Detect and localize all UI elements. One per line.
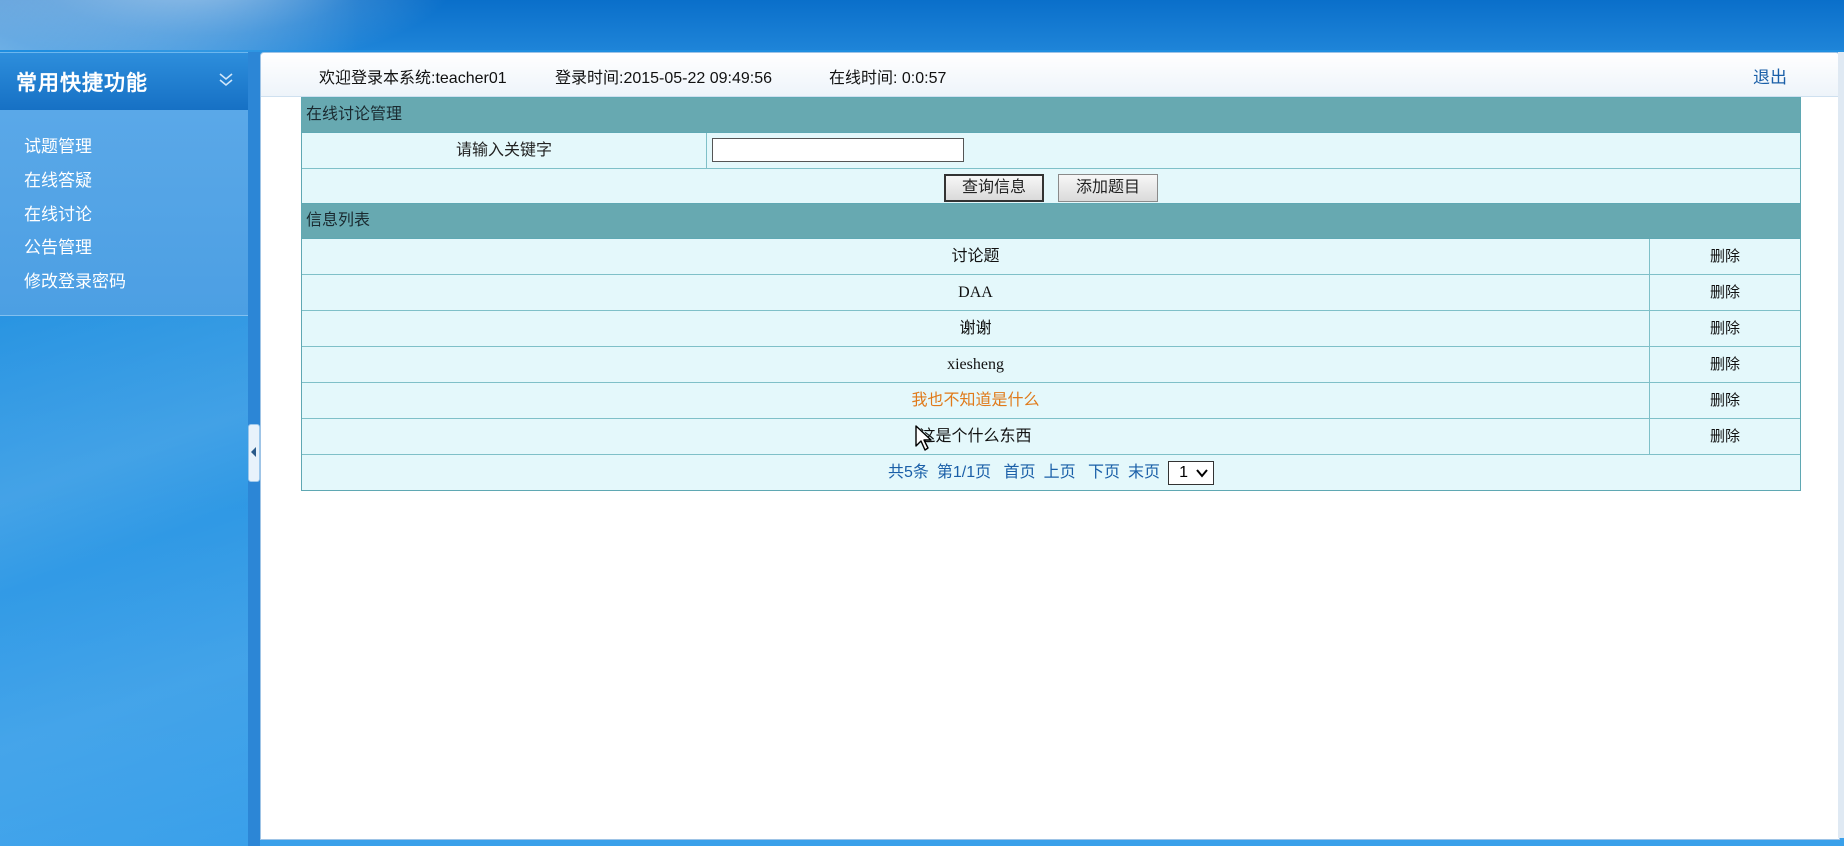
pager-next-link[interactable]: 下页: [1088, 464, 1120, 481]
info-list-title: 信息列表: [302, 204, 1800, 239]
page-select[interactable]: 1: [1168, 460, 1215, 485]
discussion-title-cell[interactable]: 讨论题: [302, 239, 1650, 274]
sidebar: 常用快捷功能 试题管理 在线答疑 在线讨论 公告管理 修改登录密码: [0, 52, 248, 846]
discussion-title-cell-hovered[interactable]: 我也不知道是什么: [302, 383, 1650, 418]
table-row: 谢谢 删除: [302, 311, 1800, 347]
sidebar-title: 常用快捷功能: [16, 72, 148, 95]
discussion-title-cell[interactable]: DAA: [302, 275, 1650, 310]
mouse-cursor-icon: [915, 425, 932, 451]
delete-link[interactable]: 删除: [1650, 239, 1800, 274]
main-scrollbar[interactable]: [1838, 52, 1844, 838]
query-button[interactable]: 查询信息: [944, 174, 1044, 202]
pager: 共5条 第1/1页 首页 上页 下页 末页 1: [302, 455, 1800, 490]
table-row: 我也不知道是什么 删除: [302, 383, 1800, 419]
pager-page-info: 第1/1页: [936, 464, 992, 481]
main-panel: 欢迎登录本系统:teacher01 登录时间:2015-05-22 09:49:…: [260, 52, 1840, 840]
sidebar-item-question-management[interactable]: 试题管理: [24, 132, 92, 157]
pager-total: 共5条: [887, 464, 929, 481]
collapse-sidebar-handle[interactable]: [248, 424, 260, 482]
logout-link[interactable]: 退出: [1753, 63, 1787, 88]
arrow-left-icon: [251, 447, 256, 457]
welcome-text: 欢迎登录本系统:teacher01: [319, 70, 507, 87]
keyword-label: 请输入关键字: [302, 133, 707, 168]
discussion-title-cell[interactable]: 这是个什么东西: [302, 419, 1650, 454]
add-question-button[interactable]: 添加题目: [1058, 174, 1158, 202]
page-select-value: 1: [1179, 463, 1188, 481]
keyword-input[interactable]: [712, 138, 964, 162]
delete-link[interactable]: 删除: [1650, 311, 1800, 346]
main-header: 欢迎登录本系统:teacher01 登录时间:2015-05-22 09:49:…: [261, 53, 1839, 97]
sidebar-header: 常用快捷功能: [0, 52, 248, 111]
double-chevron-down-icon[interactable]: [216, 69, 236, 91]
sidebar-item-announcement-management[interactable]: 公告管理: [24, 233, 92, 258]
search-section-title: 在线讨论管理: [302, 98, 1800, 133]
pager-last-link[interactable]: 末页: [1128, 464, 1160, 481]
pager-prev-link[interactable]: 上页: [1044, 464, 1076, 481]
info-list-section: 信息列表 讨论题 删除 DAA 删除 谢谢 删除 xiesheng 删除 我也不…: [301, 203, 1801, 491]
discussion-title-cell[interactable]: xiesheng: [302, 347, 1650, 382]
delete-link[interactable]: 删除: [1650, 419, 1800, 454]
login-time-text: 登录时间:2015-05-22 09:49:56: [555, 70, 773, 87]
table-row: DAA 删除: [302, 275, 1800, 311]
sidebar-menu: 试题管理 在线答疑 在线讨论 公告管理 修改登录密码: [0, 110, 248, 316]
table-row: xiesheng 删除: [302, 347, 1800, 383]
app-window: 常用快捷功能 试题管理 在线答疑 在线讨论 公告管理 修改登录密码 欢迎登录本系…: [0, 0, 1844, 846]
table-row: 讨论题 删除: [302, 239, 1800, 275]
sidebar-item-online-qa[interactable]: 在线答疑: [24, 166, 92, 191]
search-buttons-row: 查询信息 添加题目: [302, 169, 1800, 206]
sidebar-item-online-discussion[interactable]: 在线讨论: [24, 200, 92, 225]
online-time-text: 在线时间: 0:0:57: [829, 70, 947, 87]
chevron-down-icon: [1196, 469, 1208, 478]
delete-link[interactable]: 删除: [1650, 383, 1800, 418]
delete-link[interactable]: 删除: [1650, 275, 1800, 310]
sidebar-item-change-password[interactable]: 修改登录密码: [24, 267, 126, 292]
search-section: 在线讨论管理 请输入关键字 查询信息 添加题目: [301, 97, 1801, 207]
table-row: 这是个什么东西 删除: [302, 419, 1800, 455]
pager-row: 共5条 第1/1页 首页 上页 下页 末页 1: [302, 455, 1800, 490]
pager-first-link[interactable]: 首页: [1004, 464, 1036, 481]
sidebar-background: [0, 316, 248, 846]
discussion-title-cell[interactable]: 谢谢: [302, 311, 1650, 346]
search-row: 请输入关键字: [302, 133, 1800, 169]
delete-link[interactable]: 删除: [1650, 347, 1800, 382]
